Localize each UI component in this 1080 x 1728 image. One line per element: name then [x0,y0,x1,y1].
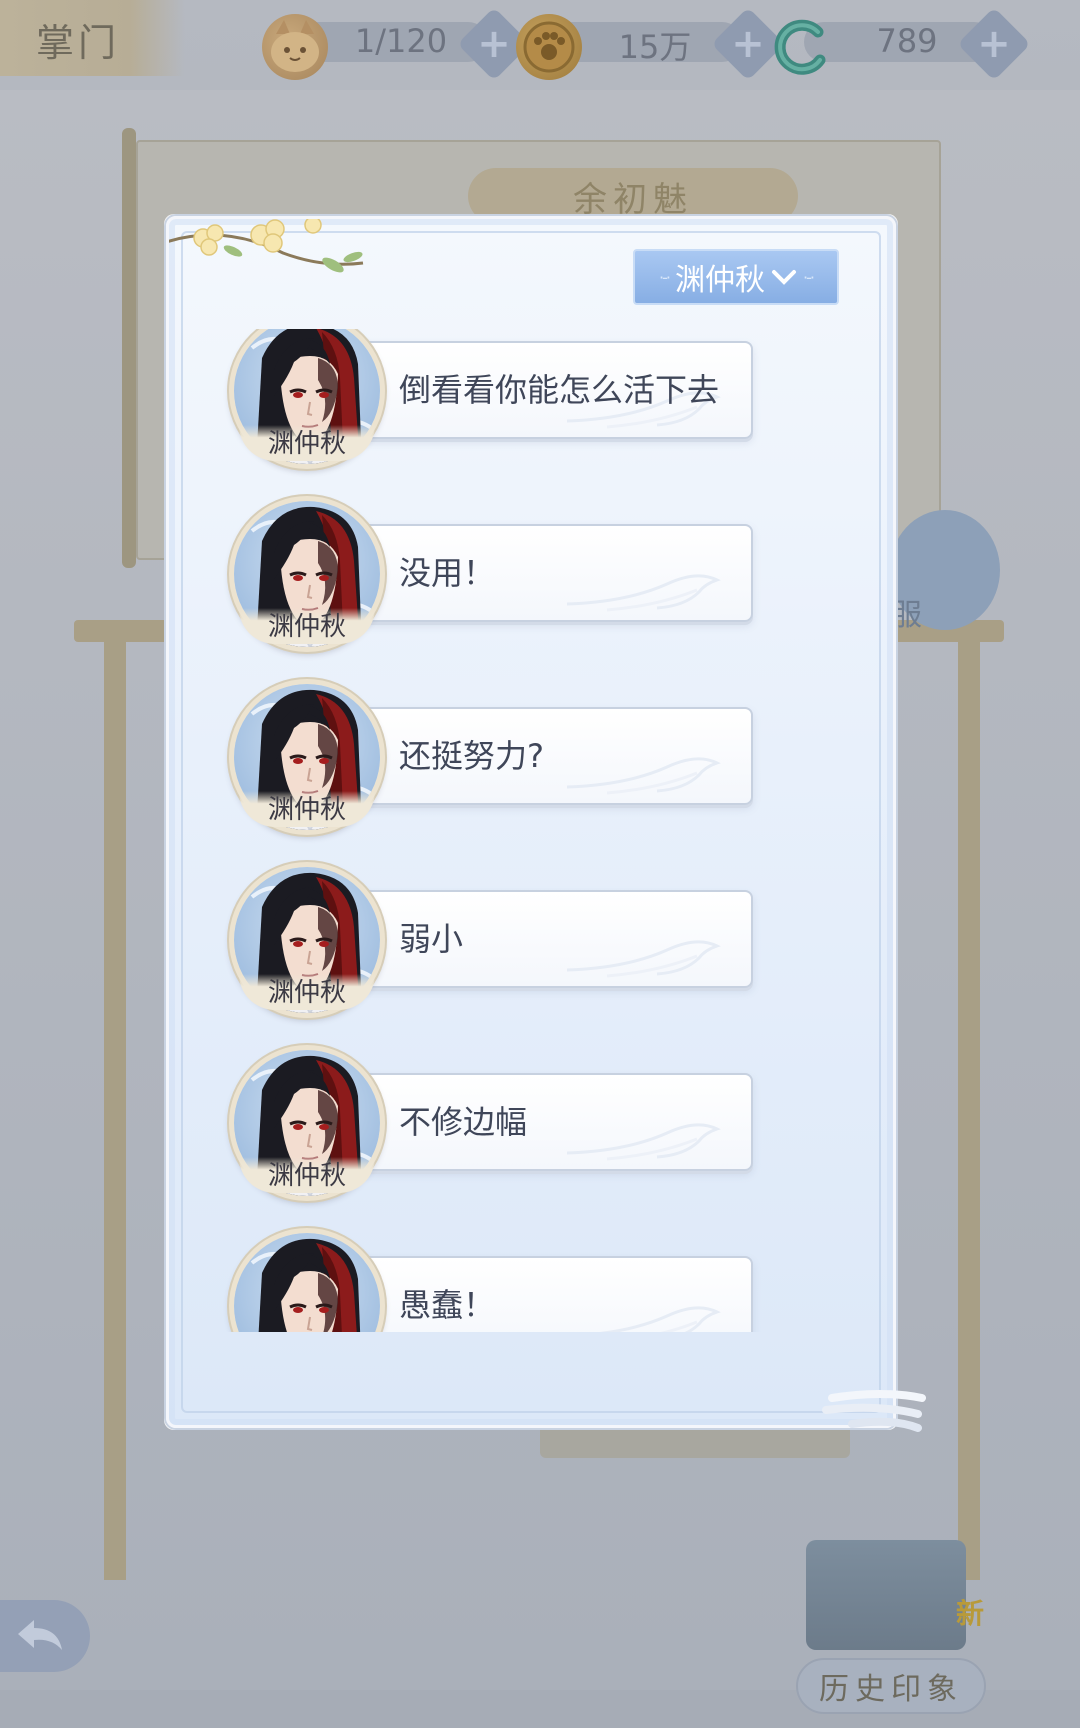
voice-line-item[interactable]: 愚蠢！ [209,1228,829,1332]
chevron-down-icon [772,270,796,285]
voice-line-list[interactable]: 倒看看你能怎么活下去 渊仲秋 没用！ 渊仲秋 还挺努力? 渊仲秋 弱小 渊仲秋 … [209,329,829,1332]
jade-coin-icon [768,14,834,80]
coins-value: 15万 [618,28,692,66]
voice-line-item[interactable]: 不修边幅 渊仲秋 [209,1045,829,1201]
books-icon [806,1540,966,1650]
voice-line-item[interactable]: 弱小 渊仲秋 [209,862,829,1018]
avatar-name-label: 渊仲秋 [239,425,375,461]
filter-label: 渊仲秋 [675,263,765,298]
avatar-name-label: 渊仲秋 [239,1157,375,1193]
resource-coins: 15万 + [516,7,785,81]
cat-coin-icon [262,14,328,80]
resource-stamina: 1/120 + [262,7,531,81]
voice-line-text: 倒看看你能怎么活下去 [399,371,720,409]
voice-line-item[interactable]: 还挺努力? 渊仲秋 [209,679,829,835]
plus-icon: + [477,21,511,67]
back-arrow-icon [18,1620,62,1650]
voice-line-text: 愚蠢！ [399,1286,496,1324]
stamina-value: 1/120 [354,22,448,60]
new-badge: 新 [956,1597,985,1630]
plus-icon: + [977,21,1011,67]
avatar-name-label: 渊仲秋 [239,791,375,827]
resource-jade: 789 + [768,7,1031,81]
resource-bar: 掌门 1/120 + 15万 + 789 + [0,0,1080,81]
table-leg-left [104,640,126,1580]
voice-list-modal: ·-· 渊仲秋 ·-· 倒看看你能怎么活下去 渊仲秋 没用！ 渊仲秋 还挺努力?… [166,216,896,1428]
scroll-rod [122,128,136,568]
avatar-name-label: 渊仲秋 [239,608,375,644]
voice-line-item[interactable]: 倒看看你能怎么活下去 渊仲秋 [209,329,829,469]
avatar-name-label: 渊仲秋 [239,974,375,1010]
back-button[interactable] [0,1600,90,1672]
decor-dots-right: ·-· [803,267,815,287]
add-jade-button[interactable]: + [957,7,1031,81]
speaker-filter-dropdown[interactable]: ·-· 渊仲秋 ·-· [633,249,839,305]
history-impression-label: 历史印象 [796,1658,986,1714]
history-impression-button[interactable]: 新 历史印象 [796,1540,996,1728]
blossom-decoration-icon [169,219,364,273]
page-title: 掌门 [36,21,121,65]
decor-dots-left: ·-· [659,267,671,287]
table-leg-right [958,640,980,1580]
voice-line-text: 没用！ [399,554,496,592]
scroll-handle-icon[interactable] [822,1386,932,1440]
paw-coin-icon [516,14,582,80]
voice-line-text: 不修边幅 [399,1103,528,1141]
voice-line-text: 弱小 [399,920,464,958]
jade-value: 789 [876,22,938,60]
voice-line-item[interactable]: 没用！ 渊仲秋 [209,496,829,652]
character-avatar [229,1228,385,1332]
voice-line-text: 还挺努力? [399,737,544,775]
plus-icon: + [731,21,765,67]
